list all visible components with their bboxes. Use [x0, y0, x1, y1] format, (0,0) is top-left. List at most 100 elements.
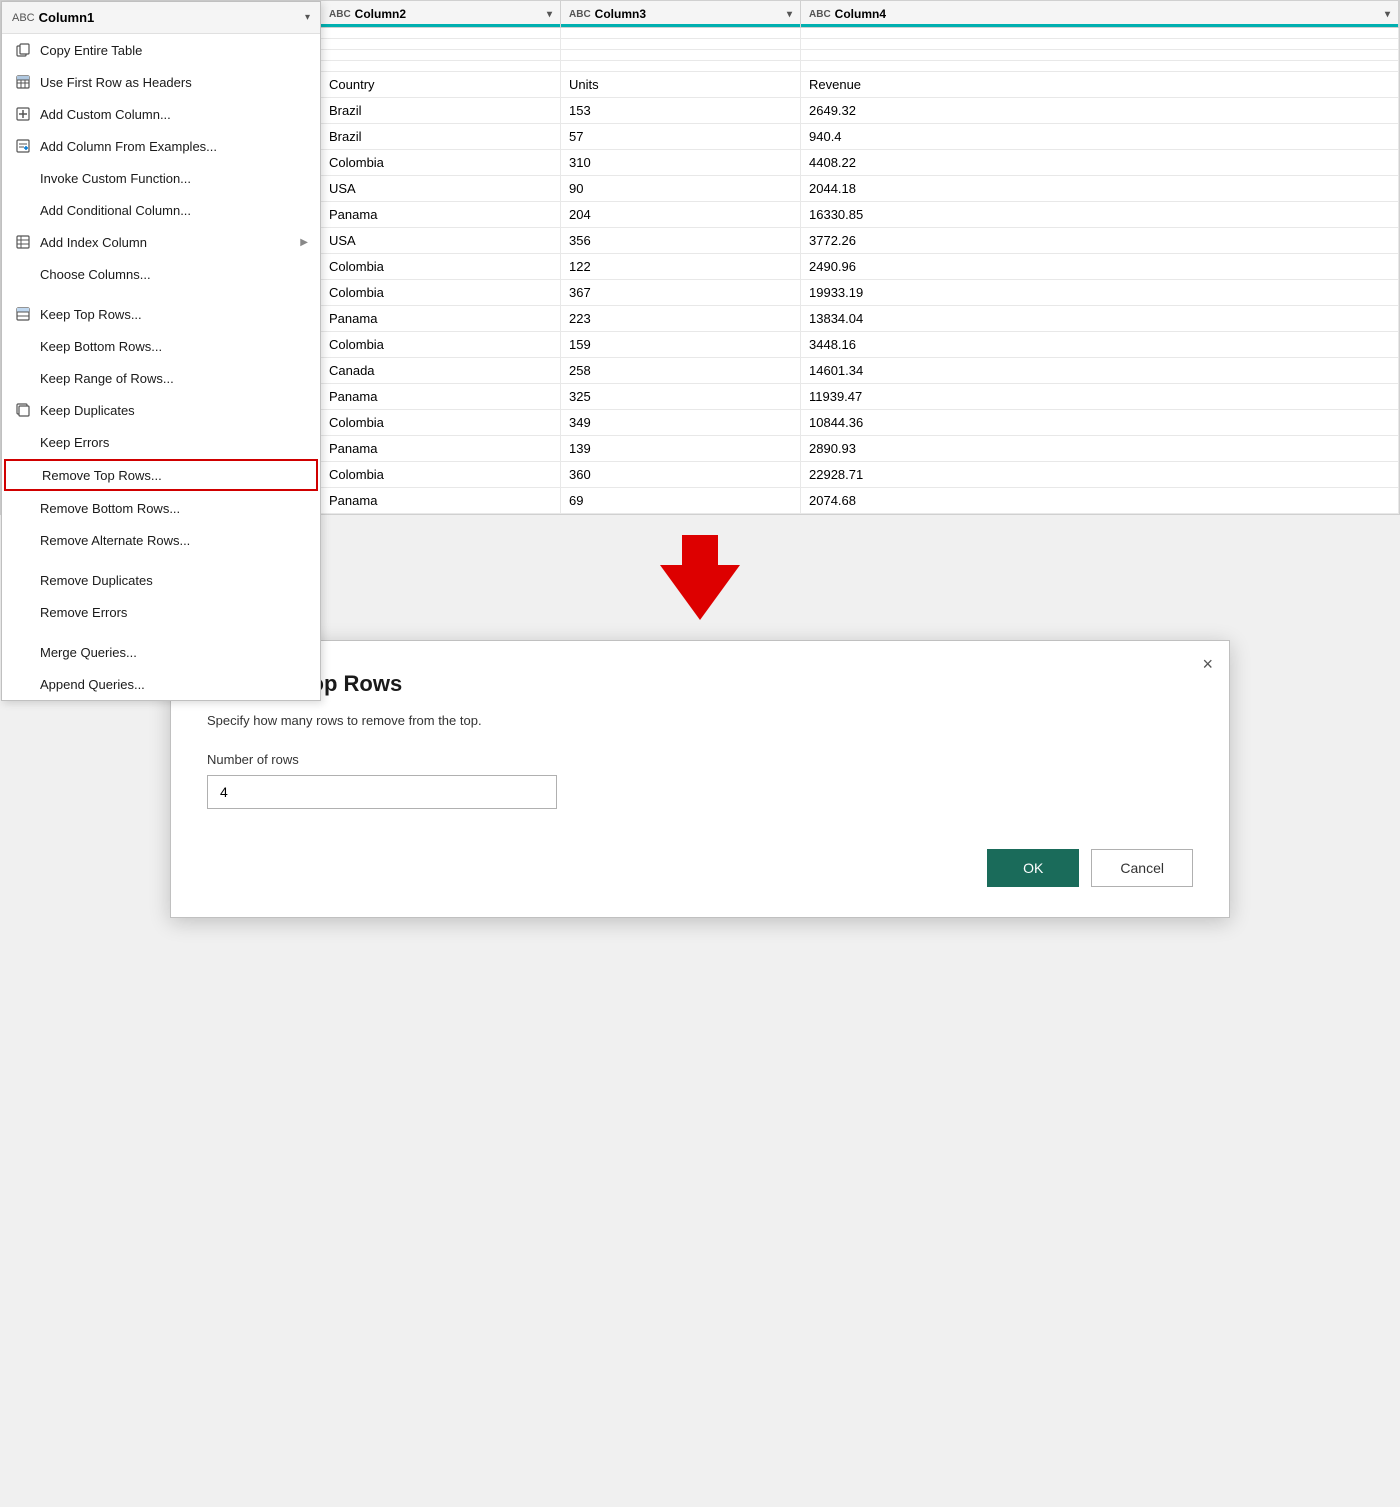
cancel-button[interactable]: Cancel [1091, 849, 1193, 887]
cell-col4 [801, 39, 1399, 49]
cell-col4: 2649.32 [801, 98, 1399, 123]
menu-separator [2, 556, 320, 564]
menu-header: ABC Column1 ▾ [2, 2, 320, 34]
menu-item-keep-range-of-rows[interactable]: Keep Range of Rows... [2, 362, 320, 394]
cell-col2: Brazil [321, 98, 561, 123]
menu-item-remove-errors[interactable]: Remove Errors [2, 596, 320, 628]
col4-type-icon: ABC [809, 9, 831, 20]
index-col-icon [14, 233, 32, 251]
cell-col2: Colombia [321, 150, 561, 175]
menu-item-add-custom-column[interactable]: Add Custom Column... [2, 98, 320, 130]
menu-header-abc-icon: ABC [12, 12, 35, 24]
menu-item-spacer [14, 201, 32, 219]
cell-col3: 153 [561, 98, 801, 123]
table-header-icon [14, 73, 32, 91]
custom-col-icon [14, 105, 32, 123]
cell-col3: 367 [561, 280, 801, 305]
cell-col2: Brazil [321, 124, 561, 149]
rows-field-label: Number of rows [207, 752, 1193, 767]
menu-item-label: Remove Bottom Rows... [40, 501, 180, 516]
menu-item-merge-queries[interactable]: Merge Queries... [2, 636, 320, 668]
dialog-buttons: OK Cancel [207, 849, 1193, 887]
menu-item-label: Remove Errors [40, 605, 127, 620]
cell-col4: 19933.19 [801, 280, 1399, 305]
menu-item-spacer [14, 571, 32, 589]
menu-item-remove-top-rows[interactable]: Remove Top Rows... [4, 459, 318, 491]
menu-item-keep-errors[interactable]: Keep Errors [2, 426, 320, 458]
menu-item-choose-columns[interactable]: Choose Columns... [2, 258, 320, 290]
menu-item-use-first-row[interactable]: Use First Row as Headers [2, 66, 320, 98]
menu-item-spacer [14, 433, 32, 451]
col-header-2[interactable]: ABC Column2 ▾ [321, 1, 561, 27]
menu-item-keep-top-rows[interactable]: Keep Top Rows... [2, 298, 320, 330]
keep-top-icon [14, 305, 32, 323]
cell-col4: 2074.68 [801, 488, 1399, 513]
menu-item-add-conditional-column[interactable]: Add Conditional Column... [2, 194, 320, 226]
cell-col4: 11939.47 [801, 384, 1399, 409]
dialog-close-button[interactable]: × [1202, 655, 1213, 673]
ok-button[interactable]: OK [987, 849, 1079, 887]
cell-col2 [321, 50, 561, 60]
menu-item-keep-duplicates[interactable]: Keep Duplicates [2, 394, 320, 426]
menu-item-remove-alternate-rows[interactable]: Remove Alternate Rows... [2, 524, 320, 556]
menu-item-remove-bottom-rows[interactable]: Remove Bottom Rows... [2, 492, 320, 524]
col3-label: Column3 [595, 7, 646, 21]
menu-separator [2, 290, 320, 298]
cell-col3 [561, 50, 801, 60]
menu-item-label: Merge Queries... [40, 645, 137, 660]
cell-col3: 122 [561, 254, 801, 279]
cell-col3: 223 [561, 306, 801, 331]
submenu-arrow-icon: ▶ [300, 237, 308, 248]
col3-dropdown-icon[interactable]: ▾ [787, 9, 792, 20]
cell-col3: 90 [561, 176, 801, 201]
cell-col3 [561, 39, 801, 49]
menu-item-add-index-column[interactable]: Add Index Column▶ [2, 226, 320, 258]
remove-top-rows-dialog: × Remove Top Rows Specify how many rows … [170, 640, 1230, 918]
menu-item-append-queries[interactable]: Append Queries... [2, 668, 320, 700]
cell-col4 [801, 28, 1399, 38]
cell-col2: Panama [321, 306, 561, 331]
col-header-3[interactable]: ABC Column3 ▾ [561, 1, 801, 27]
cell-col3: 69 [561, 488, 801, 513]
menu-header-dropdown-icon[interactable]: ▾ [305, 12, 310, 23]
cell-col4: 14601.34 [801, 358, 1399, 383]
cell-col2 [321, 28, 561, 38]
menu-item-label: Copy Entire Table [40, 43, 142, 58]
menu-item-label: Remove Alternate Rows... [40, 533, 190, 548]
cell-col4 [801, 50, 1399, 60]
cell-col4: 10844.36 [801, 410, 1399, 435]
col-header-4[interactable]: ABC Column4 ▾ [801, 1, 1399, 27]
cell-col3: 360 [561, 462, 801, 487]
cell-col2 [321, 61, 561, 71]
menu-item-label: Choose Columns... [40, 267, 151, 282]
cell-col4: 22928.71 [801, 462, 1399, 487]
cell-col4 [801, 61, 1399, 71]
menu-item-add-column-from-examples[interactable]: Add Column From Examples... [2, 130, 320, 162]
keep-dup-icon [14, 401, 32, 419]
menu-item-keep-bottom-rows[interactable]: Keep Bottom Rows... [2, 330, 320, 362]
cell-col2: Panama [321, 384, 561, 409]
cell-col4: 3772.26 [801, 228, 1399, 253]
table-area: ABC Column1 ▾ ABC Column2 ▾ ABC Column3 [0, 0, 1400, 515]
rows-input[interactable] [207, 775, 557, 809]
menu-item-copy-entire-table[interactable]: Copy Entire Table [2, 34, 320, 66]
menu-item-spacer [14, 369, 32, 387]
cell-col2: Colombia [321, 410, 561, 435]
cell-col2: Colombia [321, 462, 561, 487]
dialog-subtitle: Specify how many rows to remove from the… [207, 713, 1193, 728]
col4-dropdown-icon[interactable]: ▾ [1385, 9, 1390, 20]
menu-item-label: Keep Errors [40, 435, 109, 450]
cell-col4: Revenue [801, 72, 1399, 97]
menu-separator [2, 628, 320, 636]
menu-item-label: Keep Range of Rows... [40, 371, 174, 386]
menu-header-title: Column1 [39, 10, 95, 25]
cell-col3: Units [561, 72, 801, 97]
cell-col3: 325 [561, 384, 801, 409]
col2-dropdown-icon[interactable]: ▾ [547, 9, 552, 20]
cell-col3: 258 [561, 358, 801, 383]
menu-item-remove-duplicates[interactable]: Remove Duplicates [2, 564, 320, 596]
col2-type-icon: ABC [329, 9, 351, 20]
cell-col4: 2490.96 [801, 254, 1399, 279]
menu-item-invoke-custom-function[interactable]: Invoke Custom Function... [2, 162, 320, 194]
main-container: ABC Column1 ▾ ABC Column2 ▾ ABC Column3 [0, 0, 1400, 1507]
